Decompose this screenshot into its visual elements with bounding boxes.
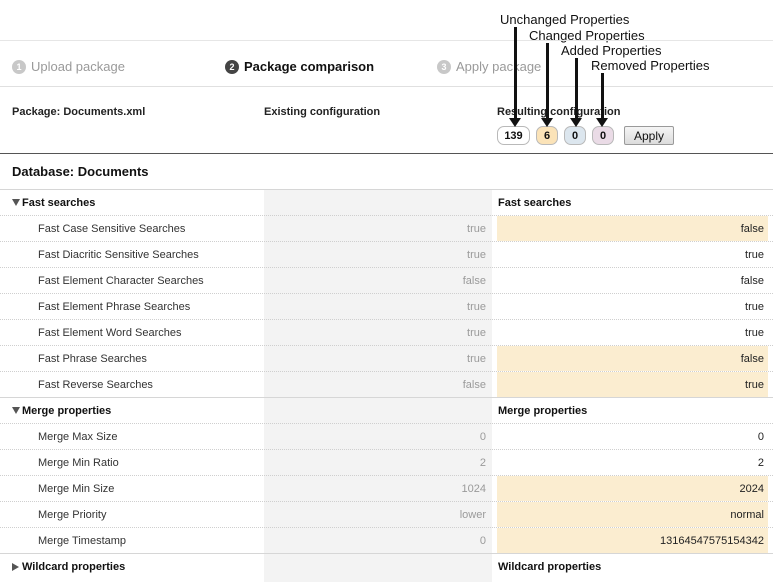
existing-value: true (467, 222, 486, 235)
resulting-value: true (497, 372, 768, 397)
existing-value: false (462, 274, 486, 287)
existing-value: lower (459, 508, 486, 521)
property-name: Fast Diacritic Sensitive Searches (38, 248, 199, 261)
existing-value: true (467, 248, 486, 261)
table-row: Fast Element Word Searches true true (0, 319, 773, 345)
existing-value: false (462, 378, 486, 391)
table-row: Fast Phrase Searches true false (0, 345, 773, 371)
property-name: Fast Phrase Searches (38, 352, 147, 365)
arrow-unchanged (509, 27, 521, 127)
resulting-value: false (497, 346, 768, 371)
resulting-value: 2024 (497, 476, 768, 501)
property-name: Merge Min Size (38, 482, 115, 495)
apply-button[interactable]: Apply (624, 126, 674, 145)
step-label: Apply package (456, 59, 542, 74)
table-row: Fast Reverse Searches false true (0, 371, 773, 397)
steps-divider (0, 86, 773, 87)
resulting-value: true (745, 248, 764, 261)
header-divider (0, 153, 773, 154)
group-label: Merge properties (22, 404, 112, 417)
property-name: Merge Priority (38, 508, 107, 521)
arrow-removed (596, 73, 608, 127)
existing-value: 0 (479, 534, 486, 547)
table-row: Fast Case Sensitive Searches true false (0, 215, 773, 241)
added-count-badge[interactable]: 0 (564, 126, 586, 145)
resulting-value: 0 (757, 430, 764, 443)
resulting-value: 2 (757, 456, 764, 469)
existing-value: 1024 (461, 482, 486, 495)
property-name: Fast Element Character Searches (38, 274, 204, 287)
existing-value: true (467, 352, 486, 365)
comparison-table: Fast searches Fast searches Fast Case Se… (0, 189, 773, 579)
expanded-triangle-icon[interactable] (12, 407, 20, 414)
changed-count-badge[interactable]: 6 (536, 126, 558, 145)
group-merge-properties[interactable]: Merge properties Merge properties (0, 397, 773, 423)
resulting-value: true (745, 300, 764, 313)
existing-value: 2 (479, 456, 486, 469)
step-upload-package[interactable]: 1 Upload package (12, 59, 125, 74)
table-row: Fast Element Character Searches false fals… (0, 267, 773, 293)
resulting-value: false (497, 216, 768, 241)
removed-count-badge[interactable]: 0 (592, 126, 614, 145)
group-label: Wildcard properties (22, 560, 126, 573)
table-row: Merge Min Ratio 2 2 (0, 449, 773, 475)
group-wildcard-properties[interactable]: Wildcard properties Wildcard properties (0, 553, 773, 579)
resulting-value: false (740, 274, 764, 287)
group-label-right: Fast searches (498, 196, 572, 209)
table-row: Fast Diacritic Sensitive Searches true tru… (0, 241, 773, 267)
table-row: Merge Min Size 1024 2024 (0, 475, 773, 501)
existing-configuration-header: Existing configuration (264, 106, 381, 118)
step-package-comparison[interactable]: 2 Package comparison (225, 59, 374, 74)
property-name: Fast Case Sensitive Searches (38, 222, 186, 235)
step-apply-package[interactable]: 3 Apply package (437, 59, 541, 74)
property-count-badges: 139 6 0 0 Apply (497, 126, 674, 145)
table-row: Merge Priority lower normal (0, 501, 773, 527)
existing-value: true (467, 326, 486, 339)
property-name: Fast Element Phrase Searches (38, 300, 191, 313)
property-name: Fast Reverse Searches (38, 378, 153, 391)
top-divider (0, 40, 773, 41)
table-row: Merge Timestamp 0 13164547575154342 (0, 527, 773, 553)
group-label-right: Wildcard properties (498, 560, 602, 573)
table-row: Merge Max Size 0 0 (0, 423, 773, 449)
group-label-right: Merge properties (498, 404, 588, 417)
step-number-icon: 1 (12, 59, 26, 74)
step-label: Package comparison (244, 59, 375, 74)
annotation-added: Added Properties (561, 43, 662, 58)
resulting-value: true (745, 326, 764, 339)
annotation-unchanged: Unchanged Properties (500, 12, 630, 27)
property-name: Fast Element Word Searches (38, 326, 182, 339)
collapsed-triangle-icon[interactable] (12, 562, 19, 571)
arrow-added (570, 58, 582, 127)
property-name: Merge Max Size (38, 430, 118, 443)
step-number-icon: 3 (437, 59, 451, 74)
resulting-value: normal (497, 502, 768, 527)
existing-value: true (467, 300, 486, 313)
annotation-removed: Removed Properties (591, 58, 710, 73)
arrow-changed (541, 43, 553, 127)
package-name: Package: Documents.xml (12, 106, 146, 118)
resulting-value: 13164547575154342 (497, 528, 768, 553)
existing-value: 0 (479, 430, 486, 443)
group-label: Fast searches (22, 196, 96, 209)
property-name: Merge Min Ratio (38, 456, 119, 469)
property-name: Merge Timestamp (38, 534, 127, 547)
expanded-triangle-icon[interactable] (12, 199, 20, 206)
step-number-icon: 2 (225, 59, 239, 74)
group-fast-searches[interactable]: Fast searches Fast searches (0, 189, 773, 215)
step-label: Upload package (31, 59, 125, 74)
table-row: Fast Element Phrase Searches true true (0, 293, 773, 319)
database-title: Database: Documents (12, 164, 149, 179)
unchanged-count-badge[interactable]: 139 (497, 126, 530, 145)
